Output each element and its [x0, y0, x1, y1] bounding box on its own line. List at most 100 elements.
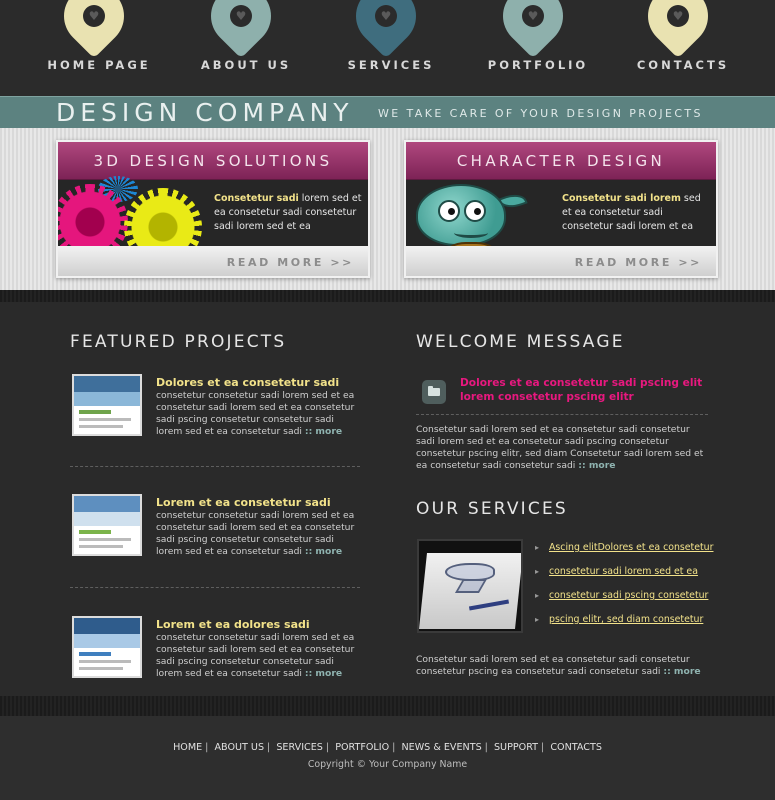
project-thumbnail[interactable] [72, 374, 142, 436]
alien-mouth [454, 228, 488, 238]
service-link[interactable]: ▸ consetetur sadi pscing consetetur [535, 590, 735, 614]
feature-band: 3D DESIGN SOLUTIONS Consetetur sadi lore… [0, 128, 775, 290]
bullet-arrow-icon: ▸ [535, 591, 540, 600]
brand-strip: DESIGN COMPANY WE TAKE CARE OF YOUR DESI… [0, 96, 775, 128]
feature-card-character-design: CHARACTER DESIGN Consetetur sadi lorem s… [404, 140, 718, 278]
featured-projects-title: FEATURED PROJECTS [70, 332, 287, 352]
divider [70, 466, 360, 467]
services-text: Consetetur sadi lorem sed et ea consetet… [416, 654, 690, 677]
nav-home-page[interactable]: ♥ HOME PAGE [34, 0, 164, 96]
project-body: consetetur consetetur sadi lorem sed et … [156, 510, 362, 558]
card-lead: Consetetur sadi lorem [562, 193, 681, 204]
card-lead: Consetetur sadi [214, 193, 299, 204]
service-label: pscing elitr, sed diam consetetur [549, 614, 704, 625]
nav-about-us[interactable]: ♥ ABOUT US [181, 0, 311, 96]
nav-contacts[interactable]: ♥ CONTACTS [618, 0, 748, 96]
service-link[interactable]: ▸ Ascing elitDolores et ea consetetur [535, 542, 735, 566]
divider [416, 414, 708, 415]
nav-drop-icon: ♥ [635, 0, 721, 59]
footer-link-services[interactable]: SERVICES [276, 742, 323, 753]
card-header: 3D DESIGN SOLUTIONS [58, 142, 368, 180]
project-body: consetetur consetetur sadi lorem sed et … [156, 390, 362, 438]
welcome-headline: Dolores et ea consetetur sadi pscing eli… [460, 377, 703, 403]
services-title: OUR SERVICES [416, 499, 568, 519]
card-title: CHARACTER DESIGN [456, 152, 666, 170]
divider-stripes [0, 696, 775, 716]
footer-link-portfolio[interactable]: PORTFOLIO [335, 742, 389, 753]
services-list: ▸ Ascing elitDolores et ea consetetur ▸ co… [535, 542, 735, 638]
card-footer: READ MORE >> [406, 246, 716, 276]
more-link[interactable]: :: more [578, 460, 615, 471]
welcome-body: Consetetur sadi lorem sed et ea consetet… [416, 424, 706, 472]
welcome-text: Consetetur sadi lorem sed et ea consetet… [416, 424, 704, 471]
services-image [417, 539, 523, 633]
alien-head [416, 184, 506, 246]
nav-label: CONTACTS [636, 58, 730, 72]
nav-label: ABOUT US [200, 58, 292, 72]
project-item: Dolores et ea consetetur sadi consetetur… [72, 374, 362, 440]
project-thumbnail[interactable] [72, 494, 142, 556]
heart-icon: ♥ [527, 8, 539, 23]
card-text: Consetetur sadi lorem sed et ea consetet… [562, 192, 710, 234]
footer-link-about-us[interactable]: ABOUT US [214, 742, 264, 753]
service-label: Ascing elitDolores et ea consetetur [549, 542, 714, 553]
footer-link-support[interactable]: SUPPORT [494, 742, 538, 753]
nav-label: SERVICES [347, 58, 435, 72]
footer-links: HOME | ABOUT US | SERVICES | PORTFOLIO | NEW… [173, 742, 602, 753]
company-name: DESIGN COMPANY [56, 98, 354, 127]
nav-services[interactable]: ♥ SERVICES [326, 0, 456, 96]
footer-link-news-events[interactable]: NEWS & EVENTS [401, 742, 481, 753]
more-link[interactable]: :: more [305, 668, 342, 679]
heart-icon: ♥ [380, 8, 392, 23]
copyright: Copyright © Your Company Name [307, 759, 468, 770]
gears-illustration [58, 176, 208, 266]
read-more-link[interactable]: READ MORE >> [575, 256, 702, 269]
alien-eye [464, 200, 486, 222]
service-label: consetetur sadi lorem sed et ea [549, 566, 698, 577]
divider [70, 587, 360, 588]
nav-drop-icon: ♥ [490, 0, 576, 59]
footer-link-contacts[interactable]: CONTACTS [550, 742, 602, 753]
project-item: Lorem et ea consetetur sadi consetetur c… [72, 494, 362, 560]
top-nav: ♥ HOME PAGE ♥ ABOUT US ♥ SERVICES ♥ PORT… [0, 0, 775, 96]
more-link[interactable]: :: more [305, 546, 342, 557]
nav-portfolio[interactable]: ♥ PORTFOLIO [473, 0, 603, 96]
footer-link-home[interactable]: HOME [173, 742, 202, 753]
more-link[interactable]: :: more [305, 426, 342, 437]
nav-drop-icon: ♥ [51, 0, 137, 59]
read-more-link[interactable]: READ MORE >> [227, 256, 354, 269]
folder-icon [422, 380, 446, 404]
footer: HOME | ABOUT US | SERVICES | PORTFOLIO | NEW… [0, 716, 775, 800]
heart-icon: ♥ [235, 8, 247, 23]
welcome-title: WELCOME MESSAGE [416, 332, 625, 352]
services-body: Consetetur sadi lorem sed et ea consetet… [416, 654, 716, 678]
project-thumbnail[interactable] [72, 616, 142, 678]
card-text: Consetetur sadi lorem sed et ea consetet… [214, 192, 362, 234]
project-item: Lorem et ea dolores sadi consetetur cons… [72, 616, 362, 682]
service-link[interactable]: ▸ consetetur sadi lorem sed et ea [535, 566, 735, 590]
more-link[interactable]: :: more [663, 666, 700, 677]
card-footer: READ MORE >> [58, 246, 368, 276]
main-content: FEATURED PROJECTS Dolores et ea consetet… [0, 302, 775, 696]
project-body: consetetur consetetur sadi lorem sed et … [156, 632, 362, 680]
alien-eye [438, 200, 460, 222]
bullet-arrow-icon: ▸ [535, 615, 540, 624]
heart-icon: ♥ [88, 8, 100, 23]
service-label: consetetur sadi pscing consetetur [549, 590, 709, 601]
card-title: 3D DESIGN SOLUTIONS [93, 152, 333, 170]
service-link[interactable]: ▸ pscing elitr, sed diam consetetur [535, 614, 735, 638]
tagline: WE TAKE CARE OF YOUR DESIGN PROJECTS [378, 107, 703, 120]
heart-icon: ♥ [672, 8, 684, 23]
project-title[interactable]: Dolores et ea consetetur sadi [156, 376, 339, 389]
project-title[interactable]: Lorem et ea dolores sadi [156, 618, 310, 631]
nav-drop-icon: ♥ [198, 0, 284, 59]
nav-label: PORTFOLIO [487, 58, 589, 72]
card-header: CHARACTER DESIGN [406, 142, 716, 180]
bullet-arrow-icon: ▸ [535, 567, 540, 576]
feature-card-3d-design: 3D DESIGN SOLUTIONS Consetetur sadi lore… [56, 140, 370, 278]
bullet-arrow-icon: ▸ [535, 543, 540, 552]
nav-drop-icon: ♥ [343, 0, 429, 59]
divider-stripes [0, 290, 775, 302]
project-title[interactable]: Lorem et ea consetetur sadi [156, 496, 331, 509]
nav-label: HOME PAGE [47, 58, 151, 72]
